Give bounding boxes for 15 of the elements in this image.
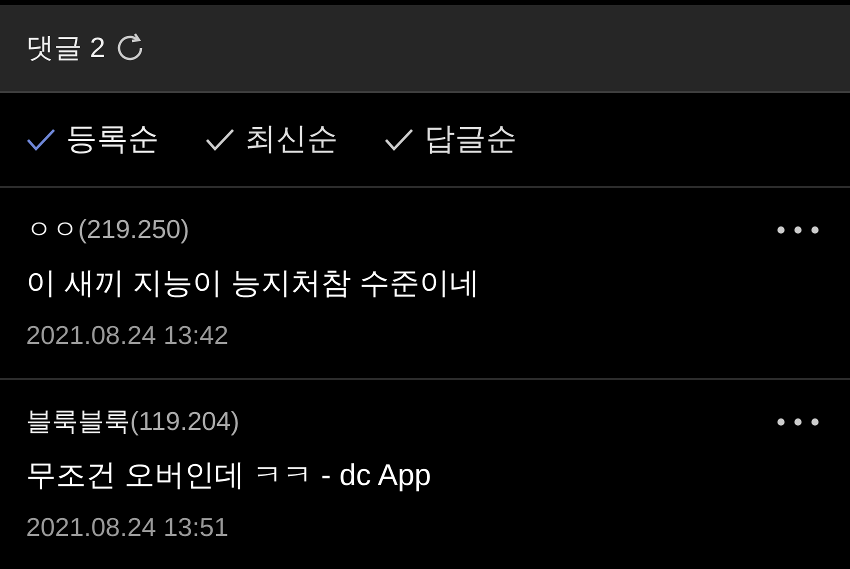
more-options-icon[interactable] (776, 224, 820, 234)
comment-author: ㅇㅇ(219.250) (26, 213, 190, 246)
comment-count-title: 댓글 2 (26, 31, 106, 65)
comment-date: 2021.08.24 13:51 (26, 511, 230, 544)
more-options-icon[interactable] (776, 416, 820, 426)
sort-option[interactable]: 등록순 (26, 116, 159, 163)
comment-date: 2021.08.24 13:42 (26, 319, 230, 352)
comment-text: 이 새끼 지능이 능지처참 수준이네 (26, 266, 480, 302)
comment-text: 무조건 오버인데 ㅋㅋ - dc App (26, 458, 432, 494)
check-icon (26, 128, 56, 152)
check-icon (205, 128, 235, 152)
sort-option[interactable]: 최신순 (205, 116, 338, 163)
check-icon (384, 128, 414, 152)
sort-option[interactable]: 답글순 (384, 116, 517, 163)
comment-author: 블룩블룩(119.204) (26, 405, 240, 438)
